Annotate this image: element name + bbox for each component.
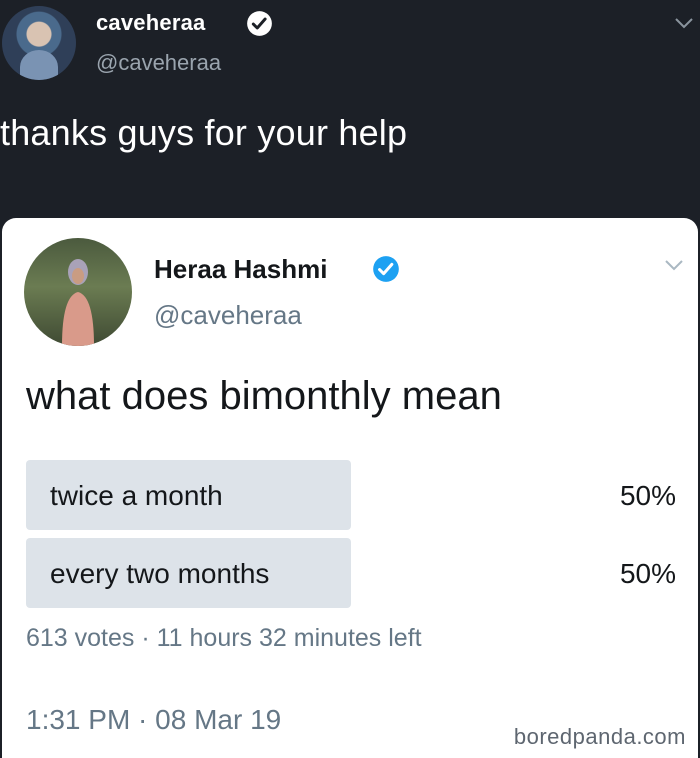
display-name[interactable]: caveheraa: [96, 10, 205, 36]
poll-option-percent: 50%: [619, 480, 676, 511]
watermark: boredpanda.com: [513, 724, 686, 749]
avatar[interactable]: [24, 238, 132, 346]
outer-tweet: caveheraa @caveheraa thanks guys for you…: [0, 0, 700, 220]
poll-meta: 613 votes · 11 hours 32 minutes left: [26, 624, 422, 652]
quoted-tweet-card[interactable]: Heraa Hashmi @caveheraa what does bimont…: [2, 218, 698, 758]
verified-badge-icon: [372, 255, 400, 283]
avatar[interactable]: [2, 6, 76, 80]
poll-option[interactable]: every two months 50%: [26, 538, 676, 608]
chevron-down-icon[interactable]: [664, 258, 684, 272]
verified-badge-icon: [246, 10, 273, 37]
poll-option[interactable]: twice a month 50%: [26, 460, 676, 530]
display-name[interactable]: Heraa Hashmi: [154, 254, 327, 285]
timestamp[interactable]: 1:31 PM · 08 Mar 19: [26, 704, 281, 736]
handle[interactable]: @caveheraa: [154, 300, 302, 331]
tweet-text: thanks guys for your help: [0, 112, 408, 153]
poll-option-percent: 50%: [619, 558, 676, 589]
poll-option-label: twice a month: [50, 480, 223, 511]
chevron-down-icon[interactable]: [674, 16, 694, 30]
handle[interactable]: @caveheraa: [96, 50, 221, 76]
tweet-text: what does bimonthly mean: [26, 374, 502, 418]
poll-option-label: every two months: [50, 558, 270, 589]
